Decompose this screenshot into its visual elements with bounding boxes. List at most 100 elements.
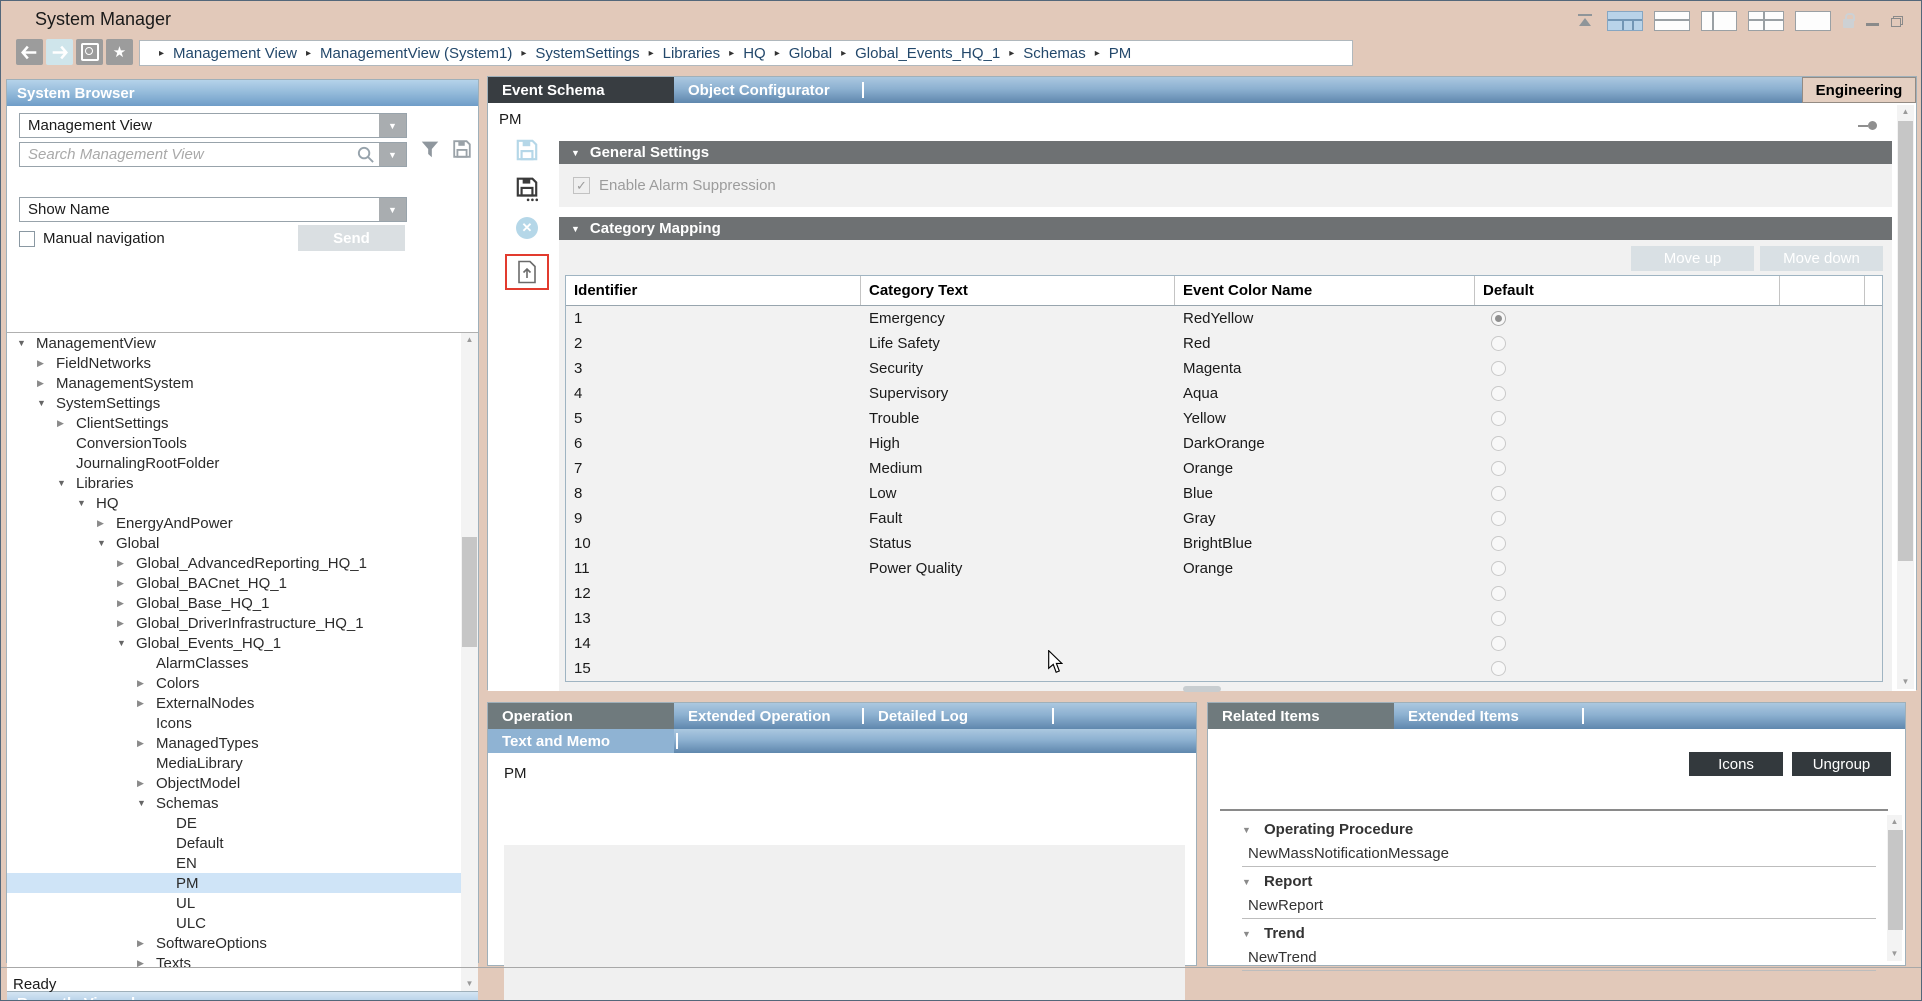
chevron-down-icon[interactable]: ▼ <box>137 798 156 808</box>
scroll-up-icon[interactable]: ▲ <box>461 333 478 347</box>
cell-event-color-name[interactable] <box>1175 606 1475 631</box>
cell-event-color-name[interactable]: Magenta <box>1175 356 1475 381</box>
cell-identifier[interactable]: 2 <box>566 331 861 356</box>
table-row[interactable]: 13 <box>566 606 1882 631</box>
cell-event-color-name[interactable]: Orange <box>1175 456 1475 481</box>
cell-category-text[interactable] <box>861 581 1175 606</box>
cell-event-color-name[interactable]: RedYellow <box>1175 306 1475 331</box>
cell-event-color-name[interactable]: Blue <box>1175 481 1475 506</box>
related-group-header[interactable]: ▼Report <box>1208 869 1882 894</box>
view-selector[interactable]: Management View ▼ <box>19 113 407 138</box>
table-row[interactable]: 5TroubleYellow <box>566 406 1882 431</box>
chevron-right-icon[interactable]: ▶ <box>117 578 136 589</box>
table-row[interactable]: 9FaultGray <box>566 506 1882 531</box>
chevron-down-icon[interactable]: ▼ <box>379 114 406 137</box>
column-default[interactable]: Default <box>1475 276 1780 305</box>
cell-category-text[interactable]: Status <box>861 531 1175 556</box>
tree-item[interactable]: MediaLibrary <box>7 753 478 773</box>
cell-identifier[interactable]: 13 <box>566 606 861 631</box>
default-radio[interactable] <box>1491 336 1506 351</box>
save-filter-icon[interactable] <box>451 138 473 160</box>
cell-category-text[interactable]: Medium <box>861 456 1175 481</box>
display-mode-selector[interactable]: Show Name ▼ <box>19 197 407 222</box>
table-row[interactable]: 8LowBlue <box>566 481 1882 506</box>
cell-event-color-name[interactable] <box>1175 631 1475 656</box>
cell-identifier[interactable]: 12 <box>566 581 861 606</box>
ungroup-button[interactable]: Ungroup <box>1792 752 1891 776</box>
chevron-right-icon[interactable]: ▶ <box>117 618 136 629</box>
tree-item[interactable]: ▶ManagedTypes <box>7 733 478 753</box>
tree-item[interactable]: Default <box>7 833 478 853</box>
tree-item[interactable]: UL <box>7 893 478 913</box>
default-radio[interactable] <box>1491 486 1506 501</box>
column-identifier[interactable]: Identifier <box>566 276 861 305</box>
send-button[interactable]: Send <box>298 225 405 251</box>
breadcrumb-item[interactable]: Global <box>789 45 832 62</box>
cell-event-color-name[interactable]: Yellow <box>1175 406 1475 431</box>
cell-event-color-name[interactable] <box>1175 656 1475 681</box>
cell-identifier[interactable]: 7 <box>566 456 861 481</box>
tab-extended-items[interactable]: Extended Items <box>1394 703 1580 729</box>
scroll-up-icon[interactable]: ▲ <box>1897 105 1914 119</box>
cell-category-text[interactable]: Low <box>861 481 1175 506</box>
related-group-header[interactable]: ▼Operating Procedure <box>1208 817 1882 842</box>
chevron-down-icon[interactable]: ▼ <box>379 143 406 166</box>
default-radio[interactable] <box>1491 636 1506 651</box>
breadcrumb-item[interactable]: PM <box>1109 45 1132 62</box>
chevron-down-icon[interactable]: ▼ <box>117 638 136 648</box>
table-row[interactable]: 11Power QualityOrange <box>566 556 1882 581</box>
tree-scrollbar[interactable]: ▲ ▼ <box>461 333 478 991</box>
column-event-color-name[interactable]: Event Color Name <box>1175 276 1475 305</box>
tree-item[interactable]: JournalingRootFolder <box>7 453 478 473</box>
related-item[interactable]: NewReport <box>1208 894 1882 916</box>
move-down-button[interactable]: Move down <box>1760 246 1883 271</box>
table-row[interactable]: 6HighDarkOrange <box>566 431 1882 456</box>
tree-item[interactable]: ▶Global_BACnet_HQ_1 <box>7 573 478 593</box>
alarm-suppression-checkbox[interactable]: ✓ <box>573 177 590 194</box>
table-row[interactable]: 2Life SafetyRed <box>566 331 1882 356</box>
related-item[interactable]: NewMassNotificationMessage <box>1208 842 1882 864</box>
chevron-right-icon[interactable]: ▶ <box>137 738 156 749</box>
cell-category-text[interactable]: Life Safety <box>861 331 1175 356</box>
related-group-header[interactable]: ▼Trend <box>1208 921 1882 946</box>
scrollbar-thumb[interactable] <box>1898 121 1913 561</box>
cell-identifier[interactable]: 9 <box>566 506 861 531</box>
table-row[interactable]: 1EmergencyRedYellow <box>566 306 1882 331</box>
table-row[interactable]: 4SupervisoryAqua <box>566 381 1882 406</box>
tree-item[interactable]: ▶Global_DriverInfrastructure_HQ_1 <box>7 613 478 633</box>
default-radio[interactable] <box>1491 586 1506 601</box>
cell-identifier[interactable]: 11 <box>566 556 861 581</box>
cell-category-text[interactable]: Fault <box>861 506 1175 531</box>
table-row[interactable]: 12 <box>566 581 1882 606</box>
chevron-right-icon[interactable]: ▶ <box>97 518 116 529</box>
chevron-down-icon[interactable]: ▼ <box>97 538 116 548</box>
tab-text-and-memo[interactable]: Text and Memo <box>488 729 674 753</box>
save-button[interactable] <box>513 137 541 163</box>
default-radio[interactable] <box>1491 461 1506 476</box>
default-radio[interactable] <box>1491 661 1506 676</box>
scroll-up-icon[interactable]: ▲ <box>1887 815 1902 829</box>
tree-item[interactable]: ▼SystemSettings <box>7 393 478 413</box>
tree-item[interactable]: ▶ManagementSystem <box>7 373 478 393</box>
tree-item[interactable]: PM <box>7 873 478 893</box>
layout-rows-icon[interactable] <box>1654 11 1690 31</box>
cell-category-text[interactable]: High <box>861 431 1175 456</box>
restore-icon[interactable] <box>1891 16 1903 27</box>
manual-navigation-checkbox[interactable] <box>19 231 35 247</box>
cell-category-text[interactable] <box>861 606 1175 631</box>
chevron-down-icon[interactable]: ▼ <box>1242 929 1264 939</box>
recent-history-button[interactable] <box>76 39 103 65</box>
engineering-mode-button[interactable]: Engineering <box>1802 77 1916 103</box>
tree-item[interactable]: ▶ObjectModel <box>7 773 478 793</box>
tree-item[interactable]: ▶SoftwareOptions <box>7 933 478 953</box>
back-button[interactable] <box>16 39 43 65</box>
table-row[interactable]: 14 <box>566 631 1882 656</box>
cell-identifier[interactable]: 5 <box>566 406 861 431</box>
related-scrollbar[interactable]: ▲ ▼ <box>1887 815 1902 961</box>
chevron-down-icon[interactable]: ▼ <box>1242 877 1264 887</box>
save-as-button[interactable] <box>513 176 541 202</box>
default-radio[interactable] <box>1491 511 1506 526</box>
tree-item[interactable]: DE <box>7 813 478 833</box>
import-schema-button[interactable] <box>505 254 549 290</box>
chevron-right-icon[interactable]: ▶ <box>117 598 136 609</box>
